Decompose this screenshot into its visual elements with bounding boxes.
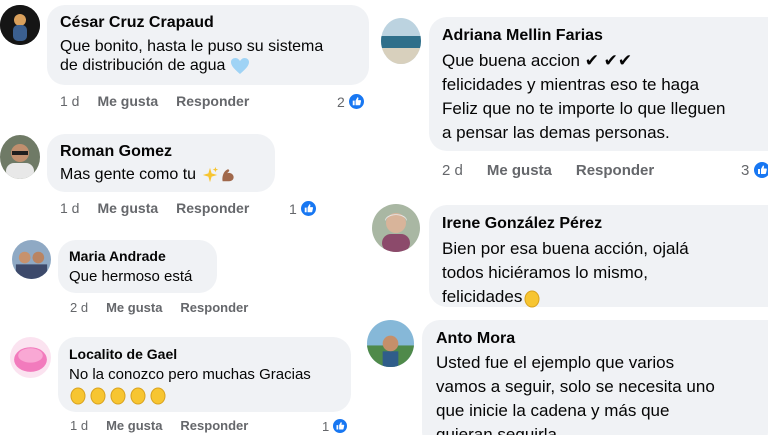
- comment-text-line: felicidades y mientras eso te haga: [442, 75, 700, 94]
- reaction-count-value: 3: [741, 161, 750, 179]
- comment-text-line: vamos a seguir, solo se necesita uno: [436, 377, 715, 396]
- comment-actions: 2 d Me gusta Responder: [70, 300, 248, 315]
- comment-bubble: César Cruz Crapaud Que bonito, hasta le …: [47, 5, 369, 85]
- comment-actions: 1 d Me gusta Responder: [60, 93, 249, 109]
- avatar[interactable]: [381, 18, 421, 64]
- comment-text: No la conozco pero muchas Gracias: [69, 366, 311, 406]
- comment-text: Que buena accion ✔ ✔✔ felicidades y mien…: [442, 49, 726, 145]
- comment-bubble: Anto Mora Usted fue el ejemplo que vario…: [422, 320, 768, 435]
- comment-text-line: Que hermoso está: [69, 268, 193, 285]
- clapping-hands-icon: [69, 386, 311, 406]
- comment-author[interactable]: Localito de Gael: [69, 346, 177, 362]
- comment-text-line: Usted fue el ejemplo que varios: [436, 353, 675, 372]
- comment-text-line: Que bonito, hasta le puso su sistema: [60, 38, 324, 55]
- comment-text-line: Que buena accion ✔ ✔✔: [442, 51, 633, 70]
- reaction-count[interactable]: 3: [741, 160, 768, 180]
- like-button[interactable]: Me gusta: [97, 200, 158, 216]
- comment-text: Usted fue el ejemplo que varios vamos a …: [436, 351, 715, 435]
- avatar[interactable]: [372, 204, 420, 252]
- comment-text: Que bonito, hasta le puso su sistema de …: [60, 37, 323, 75]
- comment-author[interactable]: Adriana Mellin Farias: [442, 27, 603, 45]
- comment-age[interactable]: 1 d: [70, 418, 88, 433]
- comment-text-line: Bien por esa buena acción, ojalá: [442, 239, 689, 258]
- thumbs-up-icon: [752, 160, 768, 180]
- comment-actions: 1 d Me gusta Responder: [70, 418, 248, 433]
- comment-age[interactable]: 2 d: [70, 300, 88, 315]
- reply-button[interactable]: Responder: [176, 93, 249, 109]
- comment-text: Que hermoso está: [69, 268, 192, 286]
- thumbs-up-icon: [331, 417, 350, 435]
- reply-button[interactable]: Responder: [576, 162, 654, 179]
- comment-age[interactable]: 2 d: [442, 162, 463, 179]
- sparkles-icon: [202, 166, 218, 182]
- like-button[interactable]: Me gusta: [97, 93, 158, 109]
- comment-text-line: de distribución de agua: [60, 56, 323, 75]
- comment-text-line: Mas gente como tu: [60, 166, 197, 183]
- comment-age[interactable]: 1 d: [60, 200, 79, 216]
- reply-button[interactable]: Responder: [176, 200, 249, 216]
- comment-text: Bien por esa buena acción, ojalá todos h…: [442, 237, 689, 309]
- like-button[interactable]: Me gusta: [106, 418, 162, 433]
- comment-author[interactable]: Maria Andrade: [69, 248, 166, 264]
- comment-text-line: Feliz que no te importe lo que lleguen: [442, 99, 726, 118]
- reaction-count[interactable]: 1: [322, 417, 350, 435]
- comment-text-line: No la conozco pero muchas Gracias: [69, 366, 311, 383]
- comment-text-line: todos hiciéramos lo mismo,: [442, 263, 648, 282]
- comment-bubble: Localito de Gael No la conozco pero much…: [58, 337, 351, 412]
- avatar[interactable]: [367, 320, 414, 367]
- comment-author[interactable]: Anto Mora: [436, 330, 515, 348]
- comment-author[interactable]: Roman Gomez: [60, 143, 172, 161]
- comment-actions: 1 d Me gusta Responder: [60, 200, 249, 216]
- flexed-arm-icon: [221, 169, 234, 182]
- comment-bubble: Roman Gomez Mas gente como tu: [47, 134, 275, 192]
- comment-text-line: que inicie la cadena y más que: [436, 401, 670, 420]
- avatar[interactable]: [0, 5, 40, 45]
- reaction-count-value: 1: [289, 200, 297, 217]
- avatar[interactable]: [10, 337, 51, 378]
- thumbs-up-icon: [298, 199, 318, 218]
- reply-button[interactable]: Responder: [180, 300, 248, 315]
- reaction-count-value: 1: [322, 418, 330, 434]
- reply-button[interactable]: Responder: [180, 418, 248, 433]
- comment-author[interactable]: César Cruz Crapaud: [60, 14, 214, 32]
- comment-bubble: Adriana Mellin Farias Que buena accion ✔…: [429, 17, 768, 151]
- comment-text-line: a pensar las demas personas.: [442, 123, 670, 142]
- comment-text-line: felicidades: [442, 285, 689, 309]
- blue-heart-icon: [230, 57, 249, 74]
- comment-actions: 2 d Me gusta Responder: [442, 162, 654, 179]
- reaction-count[interactable]: 1: [289, 199, 318, 218]
- comment-age[interactable]: 1 d: [60, 93, 79, 109]
- avatar[interactable]: [12, 240, 51, 279]
- comment-bubble: Irene González Pérez Bien por esa buena …: [429, 205, 768, 309]
- reaction-count[interactable]: 2: [337, 92, 366, 111]
- avatar[interactable]: [0, 135, 40, 179]
- comment-author[interactable]: Irene González Pérez: [442, 215, 602, 233]
- like-button[interactable]: Me gusta: [106, 300, 162, 315]
- reaction-count-value: 2: [337, 93, 345, 110]
- thumbs-up-icon: [346, 92, 366, 111]
- comment-bubble: Maria Andrade Que hermoso está: [58, 240, 217, 293]
- comment-text: Mas gente como tu: [60, 165, 237, 184]
- comment-text-line: quieran seguirla: [436, 425, 557, 435]
- clapping-hands-icon: [524, 290, 540, 308]
- like-button[interactable]: Me gusta: [487, 162, 552, 179]
